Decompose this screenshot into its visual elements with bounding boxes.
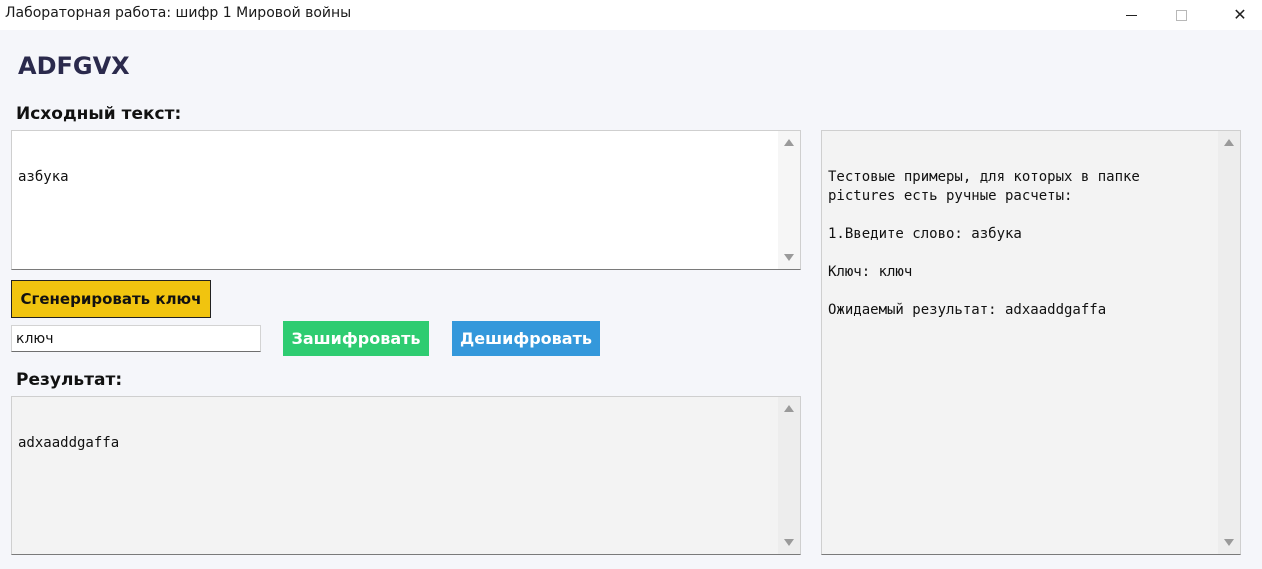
window-titlebar: Лабораторная работа: шифр 1 Мировой войн…	[0, 0, 1262, 30]
source-text-area[interactable]: азбука	[11, 130, 801, 270]
scroll-down-icon[interactable]	[784, 539, 794, 546]
scroll-up-icon[interactable]	[784, 139, 794, 146]
source-text-value: азбука	[18, 169, 69, 185]
info-scrollbar[interactable]	[1218, 131, 1240, 554]
scroll-up-icon[interactable]	[784, 405, 794, 412]
result-text-area[interactable]: adxaaddgaffa	[11, 396, 801, 555]
app-title: ADFGVX	[18, 52, 130, 80]
key-input[interactable]: ключ	[11, 325, 261, 352]
scroll-down-icon[interactable]	[784, 254, 794, 261]
close-icon: ✕	[1233, 7, 1247, 24]
scroll-up-icon[interactable]	[1224, 139, 1234, 146]
window-title: Лабораторная работа: шифр 1 Мировой войн…	[5, 5, 352, 21]
decrypt-button[interactable]: Дешифровать	[452, 321, 600, 356]
source-text-label: Исходный текст:	[16, 104, 182, 124]
result-text-value: adxaaddgaffa	[18, 435, 120, 451]
result-scrollbar[interactable]	[778, 397, 800, 554]
info-text-value: Тестовые примеры, для которых в папке pi…	[828, 169, 1140, 318]
minimize-button[interactable]	[1106, 0, 1156, 30]
scroll-down-icon[interactable]	[1224, 539, 1234, 546]
source-scrollbar[interactable]	[778, 131, 800, 269]
maximize-button[interactable]	[1156, 0, 1206, 30]
minimize-icon	[1125, 14, 1137, 16]
generate-key-button[interactable]: Сгенерировать ключ	[11, 280, 211, 318]
result-label: Результат:	[16, 370, 123, 390]
encrypt-button[interactable]: Зашифровать	[283, 321, 429, 356]
maximize-icon	[1175, 9, 1187, 21]
info-text-area[interactable]: Тестовые примеры, для которых в папке pi…	[821, 130, 1241, 555]
close-button[interactable]: ✕	[1215, 0, 1262, 30]
